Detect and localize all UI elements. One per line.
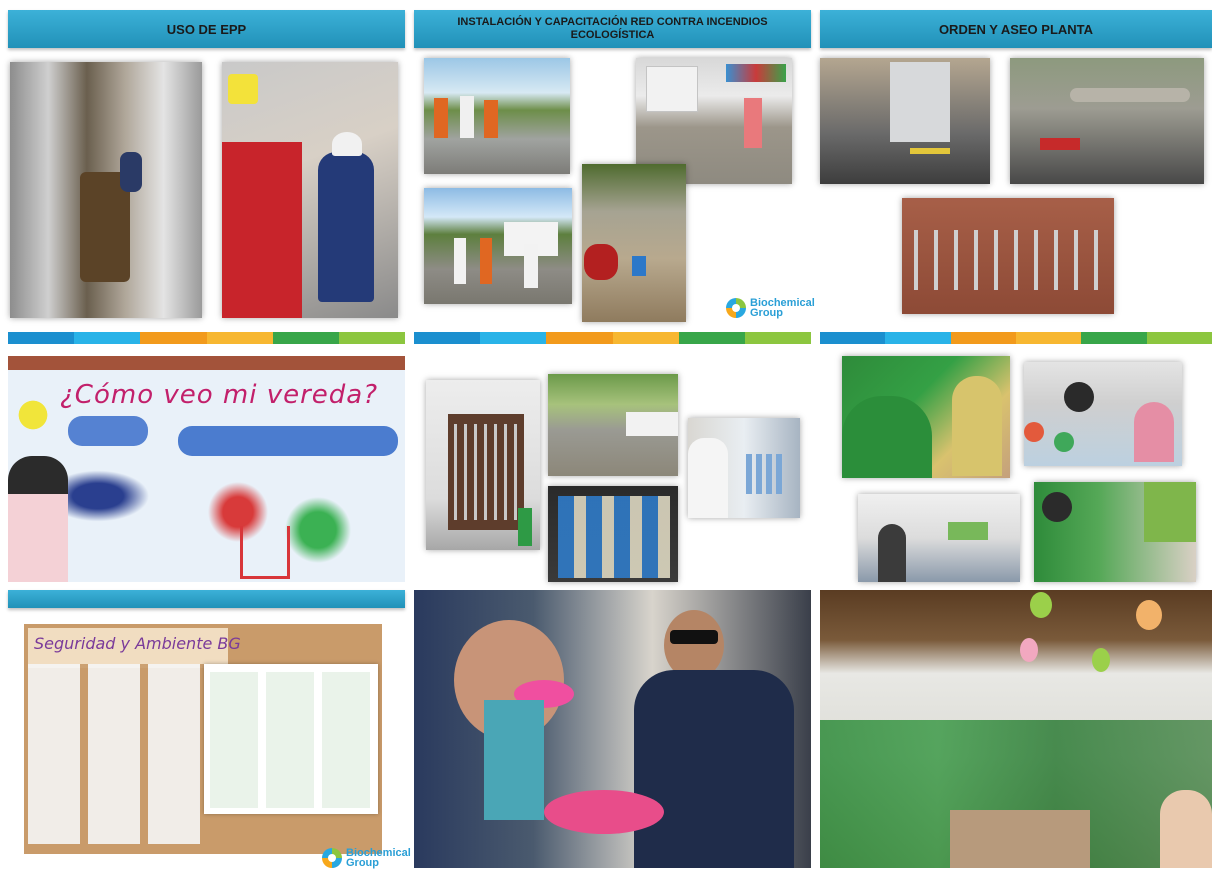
photo-incendios-1 <box>424 58 570 174</box>
logo-bottom-line2: Group <box>346 857 379 869</box>
header-orden-aseo: ORDEN Y ASEO PLANTA <box>820 10 1212 48</box>
header-red-incendios: INSTALACIÓN Y CAPACITACIÓN RED CONTRA IN… <box>414 10 811 48</box>
bulletin-board-title: Seguridad y Ambiente BG <box>34 634 241 653</box>
photo-tool-board <box>426 380 540 550</box>
color-stripe-center <box>414 332 812 344</box>
photo-aseo-2 <box>1010 58 1204 184</box>
photo-lab <box>688 418 800 518</box>
photo-incendios-4 <box>582 164 686 322</box>
color-stripe-right <box>820 332 1212 344</box>
biochemical-logo-top: Biochemical Group <box>726 298 815 319</box>
photo-aseo-wrenches <box>902 198 1114 314</box>
photo-epp-worker <box>222 62 398 318</box>
row3-bar <box>8 590 405 608</box>
mural-caption: ¿Cómo veo mi vereda? <box>60 380 379 410</box>
header-uso-epp-text: USO DE EPP <box>166 21 247 37</box>
photo-incendios-3 <box>424 188 572 304</box>
color-stripe-left <box>8 332 406 344</box>
biochemical-logo-icon <box>726 298 746 318</box>
photo-celebration <box>820 590 1212 868</box>
photo-aseo-1 <box>820 58 990 184</box>
photo-workshop-2 <box>1024 362 1182 466</box>
photo-bulletin-board: Seguridad y Ambiente BG <box>24 624 382 854</box>
photo-drums <box>548 486 678 582</box>
header-orden-aseo-text: ORDEN Y ASEO PLANTA <box>938 21 1094 37</box>
biochemical-logo-bottom-icon <box>322 848 342 868</box>
photo-party-props <box>414 590 811 868</box>
biochemical-logo-bottom: Biochemical Group <box>322 848 411 869</box>
photo-mural: ¿Cómo veo mi vereda? <box>8 356 405 582</box>
photo-workshop-3 <box>858 494 1020 582</box>
photo-workshop-1 <box>842 356 1010 478</box>
header-uso-epp: USO DE EPP <box>8 10 405 48</box>
photo-plant-aerial <box>548 374 678 476</box>
photo-workshop-4 <box>1034 482 1196 582</box>
logo-top-line2: Group <box>750 307 783 319</box>
header-red-incendios-text: INSTALACIÓN Y CAPACITACIÓN RED CONTRA IN… <box>457 16 768 41</box>
photo-epp-boiler <box>10 62 202 318</box>
